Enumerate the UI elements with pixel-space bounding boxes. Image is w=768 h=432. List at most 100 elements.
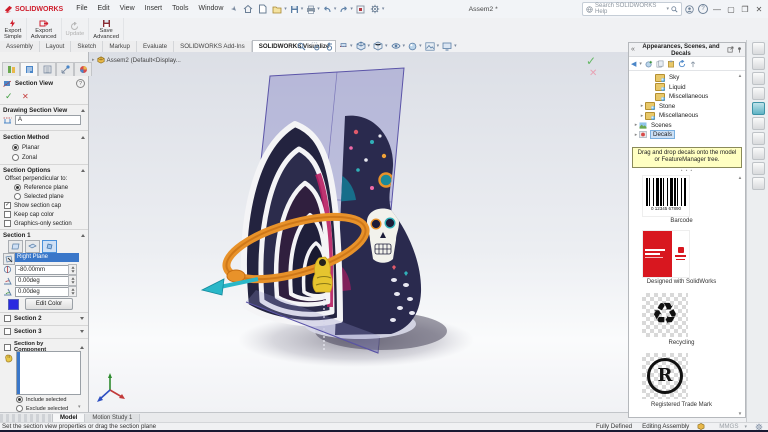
tab-assembly[interactable]: Assembly bbox=[0, 41, 40, 52]
tree-item-liquid[interactable]: Liquid bbox=[629, 83, 745, 93]
tab-markup[interactable]: Markup bbox=[103, 41, 137, 52]
tab-configuration-manager[interactable] bbox=[38, 62, 56, 76]
redo-icon[interactable] bbox=[337, 3, 350, 16]
reference-plane-picker[interactable] bbox=[3, 253, 15, 265]
group-section-3[interactable]: Section 3 bbox=[4, 328, 84, 335]
save-advanced-button[interactable]: SaveAdvanced bbox=[89, 18, 124, 40]
group-section-method[interactable]: Section Method bbox=[3, 134, 85, 141]
group-section-1[interactable]: Section 1 bbox=[3, 232, 85, 239]
hud-caret-2[interactable]: ▾ bbox=[368, 43, 371, 49]
view-palette-tab[interactable] bbox=[752, 87, 765, 100]
radio-exclude-selected[interactable]: Exclude selected bbox=[16, 405, 68, 412]
hide-show-items-icon[interactable] bbox=[391, 42, 401, 50]
breadcrumb-expander-icon[interactable]: ▸ bbox=[92, 57, 95, 63]
design-library-tab[interactable] bbox=[752, 57, 765, 70]
tab-sketch[interactable]: Sketch bbox=[71, 41, 103, 52]
radio-zonal[interactable]: Zonal bbox=[12, 154, 37, 161]
hud-caret-1[interactable]: ▾ bbox=[350, 43, 353, 49]
search-scope-caret[interactable]: ▾ bbox=[666, 6, 669, 12]
3d-viewport[interactable]: ▸ Assem2 (Default<Display... ✓ ✕ bbox=[88, 52, 628, 412]
confirm-cancel-button[interactable]: ✕ bbox=[589, 68, 597, 79]
graphics-area[interactable] bbox=[88, 52, 628, 412]
y-rotation-spinner[interactable] bbox=[68, 286, 77, 297]
file-explorer-tab[interactable] bbox=[752, 72, 765, 85]
section-name-input[interactable]: A bbox=[15, 115, 81, 125]
options-gear-icon[interactable] bbox=[369, 3, 382, 16]
popout-icon[interactable] bbox=[727, 46, 734, 53]
component-selection-list[interactable] bbox=[16, 351, 81, 395]
redo-caret[interactable]: ▾ bbox=[350, 6, 353, 12]
pin-menu-icon[interactable]: ➤ bbox=[229, 4, 239, 14]
zoom-fit-icon[interactable] bbox=[297, 42, 306, 51]
new-document-icon[interactable] bbox=[256, 3, 269, 16]
refresh-icon[interactable] bbox=[678, 60, 686, 68]
checkbox-show-section-cap[interactable]: ✓Show section cap bbox=[4, 202, 61, 209]
offset-spinner[interactable] bbox=[68, 264, 77, 275]
paste-appearance-icon[interactable] bbox=[667, 60, 675, 68]
print-icon[interactable] bbox=[304, 3, 317, 16]
pm-cancel-button[interactable]: ✕ bbox=[22, 92, 29, 101]
appearances-scenes-decals-tab[interactable] bbox=[752, 102, 765, 115]
previous-view-icon[interactable] bbox=[325, 42, 334, 51]
radio-planar[interactable]: Planar bbox=[12, 144, 39, 151]
menu-insert[interactable]: Insert bbox=[140, 0, 168, 18]
decal-recycling[interactable]: ♻ bbox=[642, 293, 688, 337]
menu-view[interactable]: View bbox=[115, 0, 140, 18]
tab-solidworks-addins[interactable]: SOLIDWORKS Add-Ins bbox=[174, 41, 252, 52]
add-appearance-icon[interactable] bbox=[645, 60, 653, 68]
radio-include-selected[interactable]: Include selected bbox=[16, 396, 66, 403]
tab-evaluate[interactable]: Evaluate bbox=[137, 41, 174, 52]
tree-item-miscellaneous[interactable]: Miscellaneous bbox=[629, 92, 745, 102]
close-button[interactable]: ✕ bbox=[752, 0, 766, 18]
export-advanced-button[interactable]: ExportAdvanced bbox=[27, 18, 62, 40]
edit-appearance-icon[interactable] bbox=[408, 42, 417, 51]
pm-help-icon[interactable]: ? bbox=[76, 79, 85, 88]
save-caret[interactable]: ▾ bbox=[301, 6, 304, 12]
gallery-scroll-up-icon[interactable]: ▲ bbox=[736, 175, 744, 180]
view-settings-icon[interactable] bbox=[442, 42, 452, 51]
hud-caret-6[interactable]: ▾ bbox=[437, 43, 440, 49]
confirm-ok-button[interactable]: ✓ bbox=[586, 54, 596, 68]
tab-dimxpert-manager[interactable] bbox=[56, 62, 74, 76]
group-section-2[interactable]: Section 2 bbox=[4, 315, 84, 322]
back-icon[interactable]: ◀ bbox=[631, 60, 636, 68]
tab-layout[interactable]: Layout bbox=[40, 41, 72, 52]
tab-property-manager[interactable] bbox=[20, 62, 38, 76]
view-orientation-cube-icon[interactable] bbox=[356, 41, 366, 51]
user-account-icon[interactable] bbox=[682, 0, 696, 18]
menu-tools[interactable]: Tools bbox=[167, 0, 193, 18]
tree-item-miscellaneous-2[interactable]: ▸Miscellaneous bbox=[629, 111, 745, 121]
decal-designed-with-solidworks[interactable] bbox=[642, 230, 690, 278]
x-rotation-input[interactable]: 0.00deg bbox=[15, 276, 71, 286]
pin-icon[interactable] bbox=[736, 46, 743, 53]
section-view-icon[interactable] bbox=[339, 42, 348, 51]
undo-caret[interactable]: ▾ bbox=[334, 6, 337, 12]
tree-item-decals[interactable]: ▸Decals bbox=[629, 130, 745, 140]
custom-properties-tab[interactable] bbox=[752, 117, 765, 130]
search-icon[interactable] bbox=[671, 6, 678, 13]
maximize-button[interactable]: ▢ bbox=[724, 0, 738, 18]
print-caret[interactable]: ▾ bbox=[317, 6, 320, 12]
display-style-icon[interactable] bbox=[373, 41, 383, 51]
decal-registered-trade-mark[interactable]: R bbox=[642, 353, 688, 399]
tree-item-scenes[interactable]: ▸Scenes bbox=[629, 121, 745, 131]
section-color-swatch[interactable] bbox=[8, 299, 19, 310]
apply-scene-icon[interactable] bbox=[425, 42, 435, 51]
help-icon[interactable]: ? bbox=[696, 0, 710, 18]
export-simple-button[interactable]: ExportSimple bbox=[0, 18, 27, 40]
forum-tab[interactable] bbox=[752, 132, 765, 145]
hud-caret-5[interactable]: ▾ bbox=[419, 43, 422, 49]
search-box[interactable]: Search SOLIDWORKS Help ▾ bbox=[582, 2, 682, 16]
section-plane-selection[interactable]: Right Plane bbox=[15, 253, 79, 262]
edit-color-button[interactable]: Edit Color bbox=[25, 298, 73, 310]
up-one-level-icon[interactable] bbox=[689, 60, 697, 68]
undo-icon[interactable] bbox=[321, 3, 334, 16]
back-caret[interactable]: ▾ bbox=[639, 61, 642, 67]
open-caret[interactable]: ▾ bbox=[284, 6, 287, 12]
y-rotation-input[interactable]: 0.00deg bbox=[15, 287, 71, 297]
copy-appearance-icon[interactable] bbox=[656, 60, 664, 68]
restore-button[interactable]: ❐ bbox=[738, 0, 752, 18]
pm-ok-button[interactable]: ✓ bbox=[5, 91, 13, 102]
tab-featuremanager-tree[interactable] bbox=[2, 62, 20, 76]
front-plane-button[interactable] bbox=[8, 240, 23, 253]
